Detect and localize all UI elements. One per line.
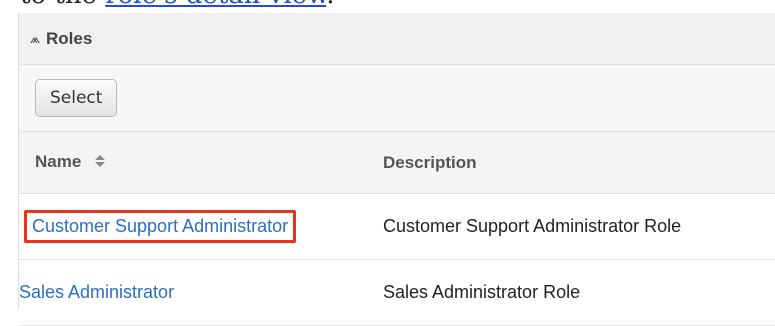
column-header-name[interactable]: Name (19, 132, 383, 194)
role-description-cell: Customer Support Administrator Role (383, 193, 775, 260)
doc-sentence: to the role's detail view. (20, 0, 334, 10)
doc-suffix: . (326, 0, 334, 10)
table-row: Customer Support Administrator Customer … (19, 193, 775, 260)
role-name-cell: Customer Support Administrator (19, 193, 383, 260)
sort-icon[interactable] (94, 153, 106, 173)
column-header-name-label: Name (35, 152, 82, 172)
role-name-link[interactable]: Customer Support Administrator (32, 216, 288, 236)
roles-subpanel: ⩕ Roles Select Name Description Customer… (18, 13, 775, 326)
roles-subpanel-header[interactable]: ⩕ Roles (19, 13, 775, 65)
role-description-cell: Sales Administrator Role (383, 259, 775, 326)
collapse-chevron-icon[interactable]: ⩕ (30, 31, 46, 47)
table-header-row: Name Description (19, 132, 775, 194)
role-name-link[interactable]: Sales Administrator (19, 282, 174, 302)
roles-table: Name Description Customer Support Admini… (19, 132, 775, 326)
highlight-box: Customer Support Administrator (24, 210, 297, 243)
subpanel-title: Roles (46, 28, 93, 48)
role-name-cell: Sales Administrator (19, 259, 383, 326)
table-row: Sales Administrator Sales Administrator … (19, 259, 775, 326)
doc-prefix: to the (20, 0, 105, 10)
doc-link[interactable]: role's detail view (105, 0, 326, 10)
select-button[interactable]: Select (35, 79, 118, 117)
column-header-description-label: Description (383, 152, 477, 172)
column-header-description: Description (383, 132, 775, 194)
subpanel-toolbar: Select (19, 65, 775, 132)
